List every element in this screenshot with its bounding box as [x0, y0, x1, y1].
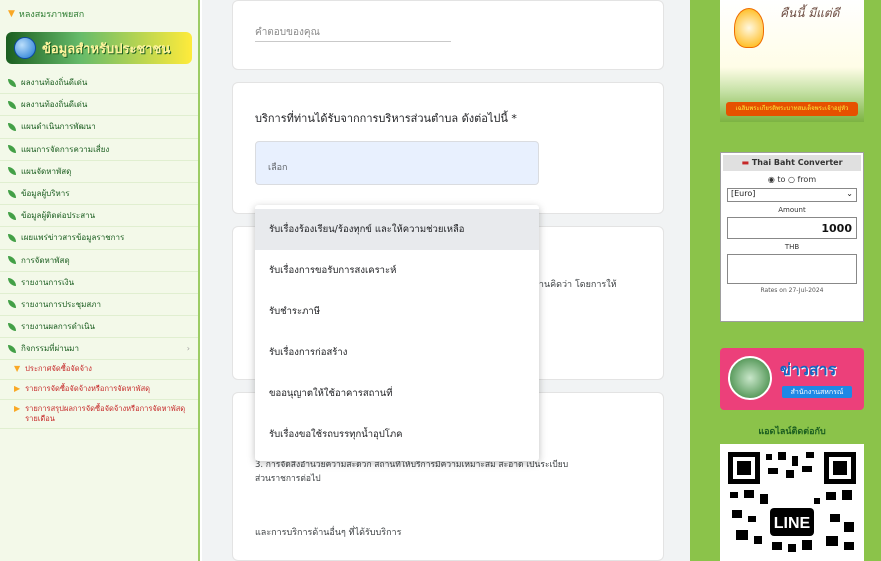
sidebar-banner: ข้อมูลสำหรับประชาชน: [6, 32, 192, 64]
sidebar-item[interactable]: เผยแพร่ข่าวสารข้อมูลราชการ: [0, 227, 198, 250]
news-banner[interactable]: ข่าวสาร สำนักงานสหกรณ์: [720, 348, 864, 410]
line-qr-code[interactable]: LINE: [720, 444, 864, 561]
emblem-icon: [734, 8, 764, 48]
converter-direction: ◉ to ○ from: [767, 175, 817, 184]
leaf-icon: [8, 211, 16, 220]
campaign-banner-bar: เฉลิมพระเกียรติพระบาทสมเด็จพระเจ้าอยู่หั…: [726, 102, 858, 116]
amount-label: Amount: [778, 206, 806, 214]
sidebar-menu: ผลงานท้องถิ่นดีเด่น ผลงานท้องถิ่นดีเด่น …: [0, 72, 198, 361]
sidebar-item[interactable]: แผนดำเนินการพัฒนา: [0, 116, 198, 139]
rates-date: Rates on 27-Jul-2024: [760, 287, 824, 294]
sidebar-top-link-label: หลงสมรภาพยสก: [18, 10, 85, 20]
sidebar-banner-title: ข้อมูลสำหรับประชาชน: [42, 41, 171, 57]
sidebar-item[interactable]: การจัดหาพัสดุ: [0, 250, 198, 272]
answer-input[interactable]: คำตอบของคุณ: [255, 25, 320, 40]
result-label: THB: [784, 243, 800, 251]
sidebar-subitem[interactable]: ▶ รายการสรุปผลการจัดซื้อจัดจ้างหรือการจัด…: [0, 400, 198, 430]
leaf-icon: [8, 145, 16, 154]
question-text-fragment: ท่านคิดว่า โดยการให้: [533, 280, 617, 290]
sidebar-subitem[interactable]: ▶ รายการจัดซื้อจัดจ้างหรือการจัดหาพัสดุ: [0, 380, 198, 401]
leaf-icon: [8, 122, 16, 131]
currency-select[interactable]: [Euro] ⌄: [727, 188, 857, 202]
dropdown-option[interactable]: รับเรื่องขอใช้รถบรรทุกน้ำอุปโภค: [255, 414, 539, 455]
chevron-down-icon: ⌄: [846, 189, 853, 198]
amount-input[interactable]: 1000: [727, 217, 857, 239]
question-card: บริการที่ท่านได้รับจากการบริหารส่วนตำบล …: [232, 82, 664, 214]
dropdown-option[interactable]: รับชำระภาษี: [255, 291, 539, 332]
sidebar-item[interactable]: รายงานผลการดำเนิน: [0, 316, 198, 339]
right-sidebar: คืนนี้ มีแต่ดี เฉลิมพระเกียรติพระบาทสมเด…: [690, 0, 881, 561]
leaf-icon: [8, 100, 16, 109]
leaf-icon: [8, 167, 16, 176]
sidebar-item[interactable]: รายงานการเงิน: [0, 272, 198, 294]
leaf-icon: [8, 278, 16, 287]
sidebar-top-link[interactable]: ▼ หลงสมรภาพยสก: [0, 0, 198, 28]
question-last-line: และการบริการด้านอื่นๆ ที่ได้รับบริการ: [255, 528, 402, 538]
triangle-icon: ▼: [8, 9, 15, 19]
triangle-icon: ▶: [14, 404, 21, 414]
service-dropdown-menu: รับเรื่องร้องเรียน/ร้องทุกข์ และให้ความช…: [255, 205, 539, 461]
sidebar-item[interactable]: รายงานการประชุมสภา: [0, 294, 198, 317]
sidebar-item[interactable]: ผลงานท้องถิ่นดีเด่น: [0, 94, 198, 117]
dropdown-option[interactable]: รับเรื่องร้องเรียน/ร้องทุกข์ และให้ความช…: [255, 209, 539, 250]
radio-to[interactable]: ◉: [768, 175, 775, 184]
sidebar-submenu: ▼ ประกาศจัดซื้อจัดจ้าง ▶ รายการจัดซื้อจัดจ…: [0, 360, 198, 430]
news-title: ข่าวสาร: [780, 360, 837, 379]
svg-text:LINE: LINE: [774, 515, 811, 532]
campaign-banner[interactable]: คืนนี้ มีแต่ดี เฉลิมพระเกียรติพระบาทสมเด…: [720, 0, 864, 122]
sidebar-subitem[interactable]: ▼ ประกาศจัดซื้อจัดจ้าง: [0, 360, 198, 381]
news-subtitle: สำนักงานสหกรณ์: [782, 386, 852, 398]
sidebar-item[interactable]: แผนจัดหาพัสดุ: [0, 161, 198, 183]
agency-logo: [728, 356, 772, 400]
service-select[interactable]: เลือก: [255, 141, 539, 185]
left-sidebar: ▼ หลงสมรภาพยสก ข้อมูลสำหรับประชาชน ผลงาน…: [0, 0, 200, 561]
triangle-icon: ▼: [14, 364, 21, 374]
campaign-banner-title: คืนนี้ มีแต่ดี: [780, 6, 840, 20]
leaf-icon: [8, 344, 16, 353]
sidebar-item[interactable]: ข้อมูลผู้ติดต่อประสาน: [0, 205, 198, 228]
result-field[interactable]: [727, 254, 857, 284]
dropdown-option[interactable]: รับเรื่องการก่อสร้าง: [255, 332, 539, 373]
qr-icon: LINE: [726, 450, 858, 555]
leaf-icon: [8, 233, 16, 242]
currency-converter: ▬ Thai Baht Converter ◉ to ○ from [Euro]…: [720, 152, 864, 322]
answer-card: คำตอบของคุณ: [232, 0, 664, 70]
leaf-icon: [8, 189, 16, 198]
question-title: บริการที่ท่านได้รับจากการบริหารส่วนตำบล …: [255, 112, 517, 125]
triangle-icon: ▶: [14, 384, 21, 394]
leaf-icon: [8, 78, 16, 87]
dropdown-option[interactable]: รับเรื่องการขอรับการสงเคราะห์: [255, 250, 539, 291]
flag-icon: ▬: [741, 158, 750, 167]
leaf-icon: [8, 256, 16, 265]
sidebar-item-expanded[interactable]: กิจกรรมที่ผ่านมา ›: [0, 338, 198, 361]
dropdown-option[interactable]: ขออนุญาตให้ใช้อาคารสถานที่: [255, 373, 539, 414]
radio-from[interactable]: ○: [788, 175, 795, 184]
leaf-icon: [8, 322, 16, 331]
sidebar-item[interactable]: ข้อมูลผู้บริหาร: [0, 183, 198, 206]
input-underline: [255, 41, 451, 42]
chevron-right-icon: ›: [186, 344, 190, 354]
sidebar-item[interactable]: แผนการจัดการความเสี่ยง: [0, 139, 198, 161]
sidebar-item[interactable]: ผลงานท้องถิ่นดีเด่น: [0, 72, 198, 95]
globe-icon: [14, 37, 36, 59]
line-contact-title: แอดไลน์ติดต่อกับ: [758, 427, 826, 437]
leaf-icon: [8, 300, 16, 309]
converter-title: ▬ Thai Baht Converter: [723, 155, 861, 171]
